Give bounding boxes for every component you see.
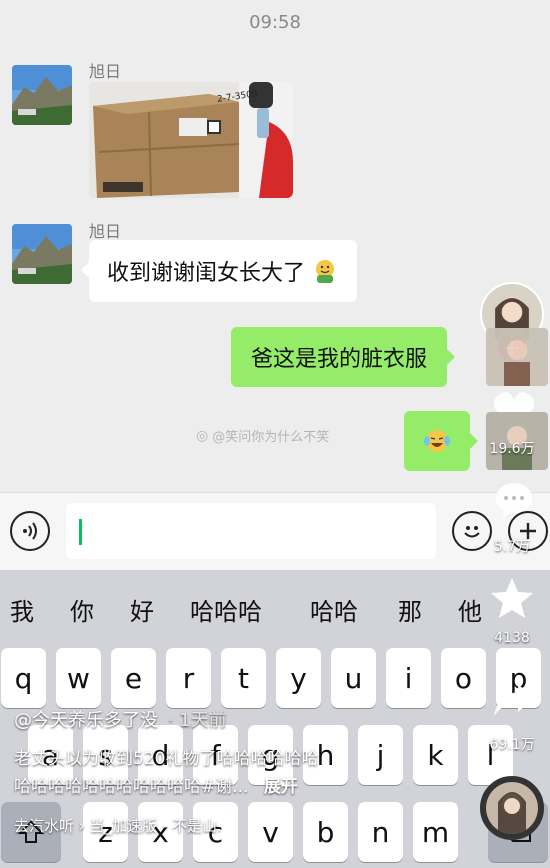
comment-count: 5.7万: [493, 539, 531, 555]
sent-text-bubble[interactable]: 爸这是我的脏衣服: [231, 327, 456, 387]
side-thumbnail: [486, 328, 548, 386]
candidate-word[interactable]: 他: [458, 592, 482, 627]
key-q[interactable]: q: [1, 648, 46, 708]
sent-emoji-bubble[interactable]: [404, 411, 478, 471]
video-caption-line-2: 哈哈哈哈哈哈哈哈哈哈哈#谢... 展开: [14, 772, 298, 797]
key-t[interactable]: t: [221, 648, 266, 708]
watermark: ◎ @笑问你为什么不笑: [196, 426, 330, 446]
candidate-word[interactable]: 那: [398, 592, 422, 627]
key-y[interactable]: y: [276, 648, 321, 708]
hug-emoji-icon: [311, 257, 339, 285]
favorite-star-icon[interactable]: [490, 576, 534, 620]
expand-link[interactable]: 展开: [264, 777, 298, 797]
candidate-word[interactable]: 你: [70, 592, 94, 627]
video-author-line: @今天养乐多了没 · 1天前: [14, 706, 227, 732]
text-caret: [79, 519, 82, 545]
laughing-tears-emoji-icon: [423, 427, 451, 455]
candidate-word[interactable]: 哈哈哈: [190, 592, 262, 627]
key-i[interactable]: i: [386, 648, 431, 708]
image-message[interactable]: 2-7-3509: [89, 82, 293, 198]
share-count: 69.1万: [489, 737, 535, 753]
music-disc[interactable]: [480, 776, 544, 840]
sender-name: 旭日: [89, 62, 122, 81]
sender-name: 旭日: [89, 222, 122, 241]
message-text: 收到谢谢闺女长大了: [107, 261, 306, 286]
key-b[interactable]: b: [303, 802, 348, 862]
video-time: · 1天前: [167, 710, 227, 731]
share-arrow-icon[interactable]: [492, 682, 536, 718]
received-text-bubble[interactable]: 收到谢谢闺女长大了: [80, 240, 358, 302]
key-j[interactable]: j: [358, 725, 403, 785]
key-w[interactable]: w: [56, 648, 101, 708]
weibo-icon: ◎: [196, 427, 209, 444]
key-u[interactable]: u: [331, 648, 376, 708]
candidate-word[interactable]: 好: [130, 592, 154, 627]
candidate-word[interactable]: 哈哈: [310, 592, 358, 627]
message-text: 爸这是我的脏衣服: [251, 347, 428, 372]
chat-input-bar: [0, 492, 550, 570]
key-e[interactable]: e: [111, 648, 156, 708]
key-n[interactable]: n: [358, 802, 403, 862]
favorite-count: 4138: [494, 630, 530, 646]
video-author[interactable]: @今天养乐多了没: [14, 710, 158, 731]
comment-icon[interactable]: [494, 480, 534, 520]
sender-avatar[interactable]: [12, 65, 72, 125]
music-text: 去汽水听 › 当_加速版 - 不是山.: [14, 817, 222, 835]
key-k[interactable]: k: [413, 725, 458, 785]
key-o[interactable]: o: [441, 648, 486, 708]
voice-icon[interactable]: [10, 511, 50, 551]
sender-avatar[interactable]: [12, 224, 72, 284]
key-m[interactable]: m: [413, 802, 458, 862]
like-count: 19.6万: [489, 441, 535, 457]
key-v[interactable]: v: [248, 802, 293, 862]
video-caption-line-1: 老丈头以为收到520礼物了哈哈哈哈哈哈: [14, 749, 319, 769]
watermark-text: @笑问你为什么不笑: [212, 430, 330, 445]
message-input[interactable]: [66, 503, 436, 559]
video-caption-text: 哈哈哈哈哈哈哈哈哈哈哈#谢...: [14, 777, 249, 797]
music-line[interactable]: ♪ 去汽水听 › 当_加速版 - 不是山.: [14, 815, 222, 836]
candidate-word[interactable]: 我: [10, 592, 34, 627]
status-time: 09:58: [249, 12, 301, 33]
key-r[interactable]: r: [166, 648, 211, 708]
candidate-bar: 我 你 好 哈哈哈 哈哈 那 他: [0, 570, 550, 640]
